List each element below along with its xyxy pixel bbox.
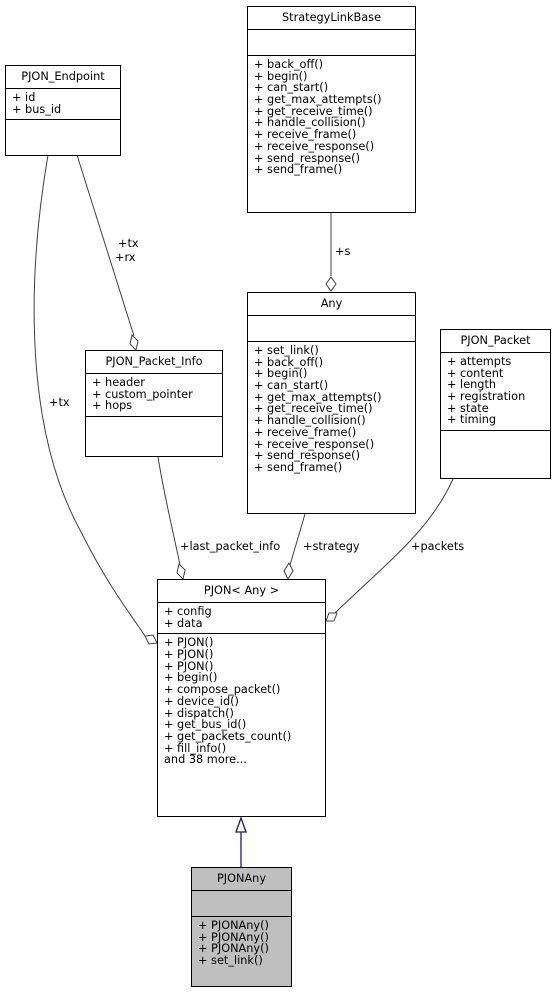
member-row[interactable]: + registration [447,391,544,403]
member-row[interactable]: + device_id() [164,695,319,708]
attributes-section [248,316,415,342]
member-row[interactable]: + attempts [447,356,544,368]
member-row[interactable]: + timing [447,414,544,426]
class-pjon-any-template[interactable]: PJON< Any > + config + data + PJON() + PJO… [157,579,326,817]
edge-label-tx-endpoint: +tx [49,396,70,409]
member-row[interactable]: + send_frame() [254,164,409,176]
edge-label-rx: +rx [115,251,136,264]
attributes-section: + header + custom_pointer + hops [86,374,222,418]
edge-label-s: +s [335,245,351,258]
aggregation-diamond-icon [325,276,337,292]
member-row[interactable]: + receive_frame() [254,426,409,439]
methods-section: + PJON() + PJON() + PJON() + begin() + compo… [158,634,325,770]
edge-label-packets: +packets [411,540,465,553]
member-row[interactable]: + back_off() [254,59,409,71]
aggregation-diamond-icon [325,612,338,622]
methods-section: + set_link() + back_off() + begin() + can_s… [248,342,415,478]
member-row[interactable]: + PJONAny() [198,920,285,932]
edge-last-packet-info [157,456,181,566]
class-name: Any [248,293,415,316]
attributes-section: + config + data [158,603,325,635]
member-row[interactable]: + config [164,606,319,618]
methods-section [86,417,222,442]
methods-section: + PJONAny() + PJONAny() + PJONAny() + set_l… [192,917,291,971]
class-name: PJON_Packet_Info [86,351,222,374]
class-name: PJON_Endpoint [6,66,120,89]
class-name: PJONAny [192,868,291,891]
member-row[interactable]: + id [12,92,114,104]
class-pjon-packet[interactable]: PJON_Packet + attempts + content + length +… [440,329,551,479]
member-row[interactable]: + send_frame() [254,462,409,474]
class-pjonany[interactable]: PJONAny + PJONAny() + PJONAny() + PJONAny(… [191,867,292,987]
attributes-section [192,891,291,917]
member-row[interactable]: and 38 more... [164,754,319,766]
inheritance-arrow-icon [235,816,247,833]
class-name: PJON_Packet [441,330,550,353]
class-pjon-endpoint[interactable]: PJON_Endpoint + id + bus_id [5,65,121,156]
member-row[interactable]: + get_packets_count() [164,731,319,743]
edge-label-strategy: +strategy [303,540,360,553]
class-name: PJON< Any > [158,580,325,603]
class-pjon-packet-info[interactable]: PJON_Packet_Info + header + custom_pointe… [85,350,223,457]
methods-section [6,120,120,145]
member-row[interactable]: + can_start() [254,380,409,392]
aggregation-diamond-icon [129,334,139,351]
aggregation-diamond-icon [144,634,158,645]
attributes-section [248,30,415,56]
attributes-section: + id + bus_id [6,89,120,121]
edge-label-last-packet-info: +last_packet_info [180,540,281,553]
edge-label-tx: +tx [118,237,139,250]
member-row[interactable]: + header [92,377,216,389]
member-row[interactable]: + receive_response() [254,140,409,153]
class-name: StrategyLinkBase [248,7,415,30]
methods-section: + back_off() + begin() + can_start() + get_… [248,56,415,180]
attributes-section: + attempts + content + length + registratio… [441,353,550,432]
aggregation-diamond-icon [283,561,294,581]
class-any[interactable]: Any + set_link() + back_off() + begin() + c… [247,292,416,514]
class-strategy-link-base[interactable]: StrategyLinkBase + back_off() + begin() + … [247,6,416,213]
member-row[interactable]: + data [164,617,319,630]
member-row[interactable]: + get_max_attempts() [254,94,409,106]
methods-section [441,431,550,456]
member-row[interactable]: + set_link() [198,955,285,967]
member-row[interactable]: + set_link() [254,345,409,357]
aggregation-diamond-icon [176,563,186,580]
member-row[interactable]: + hops [92,400,216,412]
member-row[interactable]: + bus_id [12,103,114,116]
member-row[interactable]: + PJON() [164,649,319,661]
